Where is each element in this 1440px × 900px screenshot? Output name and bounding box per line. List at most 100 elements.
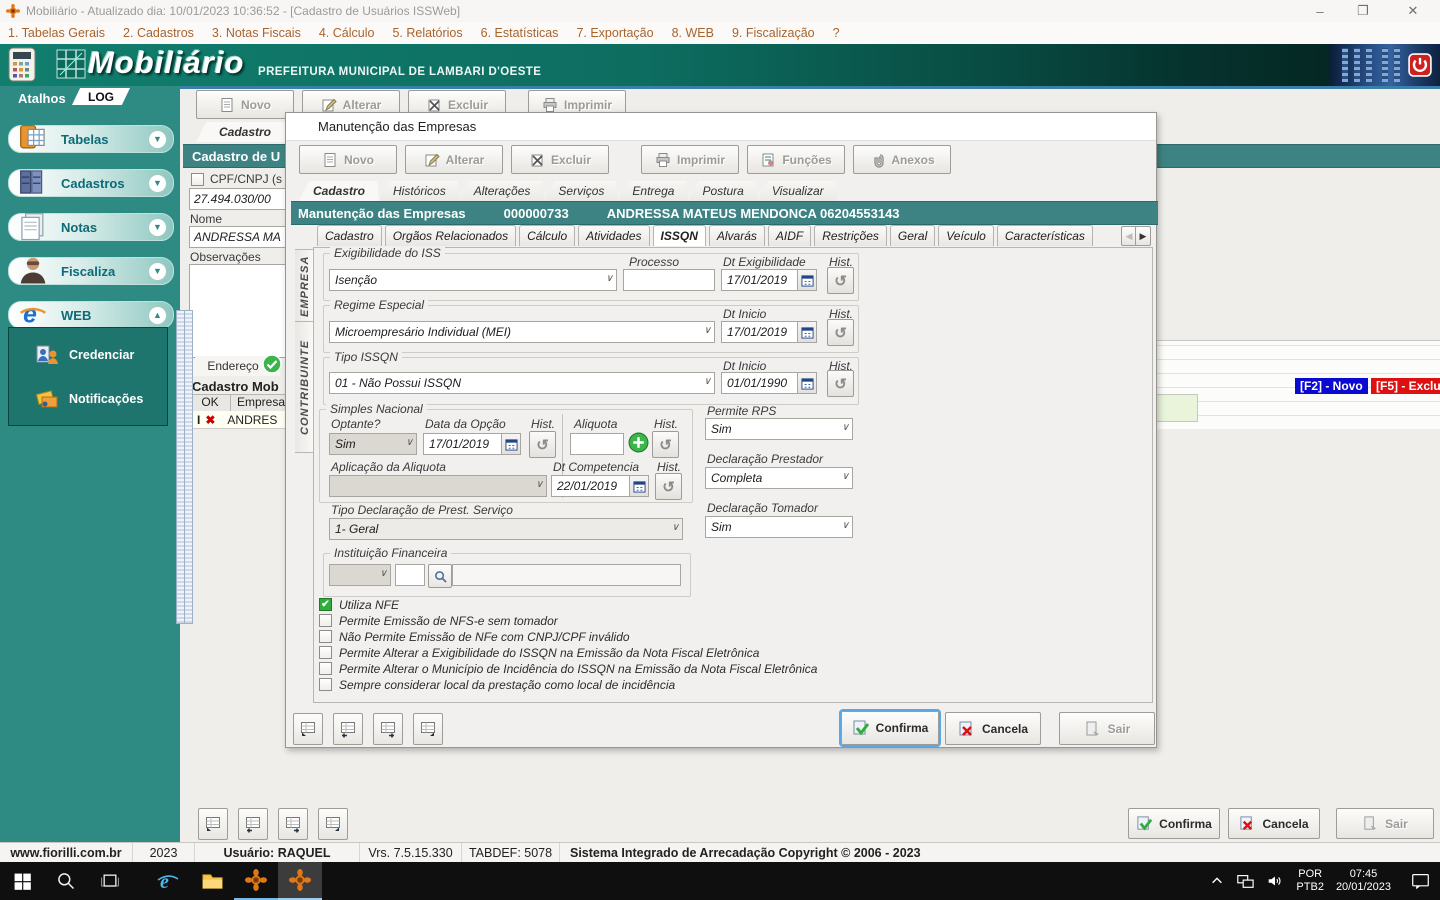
confirm-button[interactable]: Confirma: [1128, 808, 1220, 839]
nav-next-button[interactable]: [278, 808, 308, 840]
clock[interactable]: 07:4520/01/2023: [1336, 868, 1391, 894]
history-button[interactable]: ↺: [827, 319, 854, 346]
tab-orgaos-relacionados[interactable]: Orgãos Relacionados: [385, 225, 516, 246]
nav-first-button[interactable]: [293, 713, 323, 745]
nav-last-button[interactable]: [318, 808, 348, 840]
tab-cadastro-inner[interactable]: Cadastro: [317, 225, 382, 246]
tipo-declaracao-select[interactable]: 1- Geral∨: [329, 518, 683, 540]
grid-col-empresa[interactable]: Empresa: [231, 395, 285, 411]
sidebar-item-notas[interactable]: Notas ▼: [8, 213, 174, 241]
minimize-button[interactable]: –: [1303, 0, 1337, 22]
file-explorer-icon[interactable]: [190, 862, 234, 900]
app-fiorilli-icon[interactable]: [234, 862, 278, 900]
cancel-button[interactable]: Cancela: [945, 712, 1041, 745]
tab-issqn[interactable]: ISSQN: [653, 225, 706, 246]
processo-field[interactable]: [623, 269, 715, 291]
tab-servicos[interactable]: Serviços: [544, 181, 618, 201]
sidebar-item-cadastros[interactable]: Cadastros ▼: [8, 169, 174, 197]
nav-next-button[interactable]: [373, 713, 403, 745]
instituicao-tipo-select[interactable]: ∨: [329, 564, 391, 586]
notification-center-icon[interactable]: [1411, 872, 1430, 891]
new-button[interactable]: Novo: [196, 90, 294, 119]
dt-inicio-tipo-field[interactable]: 01/01/1990: [721, 372, 817, 394]
tab-aidf[interactable]: AIDF: [768, 225, 811, 246]
add-aliquota-button[interactable]: [628, 432, 649, 453]
sidebar-tab-atalhos[interactable]: Atalhos: [18, 91, 66, 106]
calendar-icon[interactable]: [501, 434, 520, 454]
tab-visualizar[interactable]: Visualizar: [758, 181, 838, 201]
edit-button[interactable]: Alterar: [405, 145, 503, 174]
instituicao-nome-field[interactable]: [452, 564, 681, 586]
internet-explorer-icon[interactable]: e: [146, 862, 190, 900]
chevron-down-icon[interactable]: ▼: [148, 174, 167, 193]
start-button[interactable]: [0, 862, 44, 900]
tab-geral[interactable]: Geral: [890, 225, 935, 246]
maximize-button[interactable]: ❐: [1346, 0, 1380, 22]
local-prestacao-checkbox[interactable]: [319, 678, 332, 691]
nfse-sem-tomador-checkbox[interactable]: [319, 614, 332, 627]
menu-help[interactable]: ?: [833, 26, 840, 40]
grid-col-ok[interactable]: OK: [190, 395, 231, 411]
cancel-button[interactable]: Cancela: [1228, 808, 1320, 839]
tab-cadastro[interactable]: Cadastro: [299, 181, 379, 201]
tab-alvaras[interactable]: Alvarás: [709, 225, 765, 246]
menu-estatisticas[interactable]: 6. Estatísticas: [481, 26, 559, 40]
cpf-field[interactable]: 27.494.030/00: [189, 188, 297, 210]
tipo-issqn-select[interactable]: 01 - Não Possui ISSQN∨: [329, 372, 715, 394]
tab-alteracoes[interactable]: Alterações: [460, 181, 545, 201]
sidebar-item-fiscaliza[interactable]: Fiscaliza ▼: [8, 257, 174, 285]
tab-caracteristicas[interactable]: Características: [997, 225, 1093, 246]
nfe-cnpj-invalido-checkbox[interactable]: [319, 630, 332, 643]
chevron-up-icon[interactable]: ▲: [148, 306, 167, 325]
grid-row[interactable]: I ✖ ANDRES: [189, 411, 299, 429]
dt-competencia-field[interactable]: 22/01/2019: [551, 475, 649, 497]
app-mobiliario-icon-active[interactable]: [278, 862, 322, 900]
observacoes-textarea[interactable]: [189, 264, 299, 358]
instituicao-codigo-field[interactable]: [395, 564, 425, 586]
exit-button[interactable]: Sair: [1059, 712, 1155, 745]
exigibilidade-select[interactable]: Isenção∨: [329, 269, 617, 291]
nome-field[interactable]: ANDRESSA MA: [189, 226, 297, 248]
calendar-icon[interactable]: [797, 270, 816, 290]
tab-entrega[interactable]: Entrega: [618, 181, 688, 201]
new-button[interactable]: Novo: [299, 145, 397, 174]
regime-select[interactable]: Microempresário Individual (MEI)∨: [329, 321, 715, 343]
chevron-down-icon[interactable]: ▼: [148, 218, 167, 237]
delete-button[interactable]: Excluir: [511, 145, 609, 174]
declaracao-prestador-select[interactable]: Completa∨: [705, 467, 853, 489]
history-button[interactable]: ↺: [827, 370, 854, 397]
history-button[interactable]: ↺: [652, 431, 679, 458]
dialog-titlebar[interactable]: Manutenção das Empresas: [286, 113, 1156, 141]
permite-rps-select[interactable]: Sim∨: [705, 418, 853, 440]
tab-calculo[interactable]: Cálculo: [519, 225, 575, 246]
menu-calculo[interactable]: 4. Cálculo: [319, 26, 375, 40]
exit-button[interactable]: Sair: [1336, 808, 1434, 839]
nav-prev-button[interactable]: [333, 713, 363, 745]
sidebar-item-notificacoes[interactable]: Notificações: [35, 386, 143, 412]
data-opcao-field[interactable]: 17/01/2019: [423, 433, 521, 455]
tab-historicos[interactable]: Históricos: [379, 181, 460, 201]
search-button[interactable]: [428, 564, 452, 588]
menu-notas-fiscais[interactable]: 3. Notas Fiscais: [212, 26, 301, 40]
calendar-icon[interactable]: [629, 476, 648, 496]
tab-scroll-right-button[interactable]: ▶: [1135, 226, 1151, 246]
tab-postura[interactable]: Postura: [688, 181, 757, 201]
taskbar-search-icon[interactable]: [44, 862, 88, 900]
utiliza-nfe-checkbox[interactable]: ✔: [319, 598, 332, 611]
chevron-down-icon[interactable]: ▼: [148, 262, 167, 281]
alterar-exigibilidade-checkbox[interactable]: [319, 646, 332, 659]
sidebar-item-web[interactable]: e WEB ▲: [8, 301, 174, 329]
tab-restricoes[interactable]: Restrições: [814, 225, 887, 246]
tab-atividades[interactable]: Atividades: [578, 225, 649, 246]
bgwin-tab-cadastro[interactable]: Cadastro: [196, 122, 294, 142]
chevron-down-icon[interactable]: ▼: [148, 130, 167, 149]
nav-last-button[interactable]: [413, 713, 443, 745]
sidebar-tab-log[interactable]: LOG: [72, 88, 130, 105]
nav-first-button[interactable]: [198, 808, 228, 840]
calendar-icon[interactable]: [797, 373, 816, 393]
menu-exportacao[interactable]: 7. Exportação: [576, 26, 653, 40]
menu-web[interactable]: 8. WEB: [672, 26, 714, 40]
optante-select[interactable]: Sim∨: [329, 433, 417, 455]
splitter-handle[interactable]: [184, 310, 193, 624]
sidebar-item-credenciar[interactable]: Credenciar: [35, 342, 134, 368]
